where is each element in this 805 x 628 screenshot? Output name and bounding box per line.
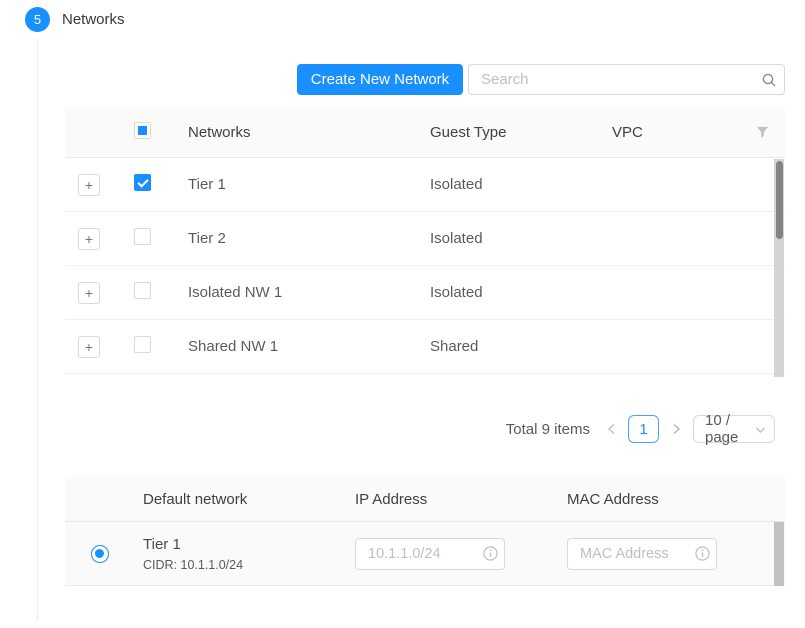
step-connector-line — [37, 0, 38, 6]
pagination-total-label: Total 9 items — [506, 421, 590, 438]
guest-type-value: Isolated — [420, 176, 600, 193]
networks-step-page: { "colors": { "primary": "#1890ff", "hea… — [0, 0, 805, 628]
page-1-button[interactable]: 1 — [628, 415, 659, 443]
page-size-value: 10 / page — [705, 412, 755, 446]
page-size-select[interactable]: 10 / page — [693, 415, 775, 443]
vertical-scrollbar[interactable] — [774, 159, 784, 377]
step-number-badge: 5 — [25, 7, 50, 32]
next-page-button[interactable] — [668, 415, 684, 443]
row-checkbox[interactable] — [134, 336, 151, 353]
networks-table: Networks Guest Type VPC + Tier 1 Isolate… — [65, 107, 785, 374]
guest-type-value: Isolated — [420, 284, 600, 301]
table-row: + Tier 1 Isolated — [65, 158, 785, 212]
expand-row-button[interactable]: + — [78, 174, 100, 196]
filter-icon[interactable] — [742, 126, 785, 139]
expand-row-button[interactable]: + — [78, 282, 100, 304]
network-name: Shared NW 1 — [176, 338, 420, 355]
previous-page-button[interactable] — [603, 415, 619, 443]
default-network-table: Default network IP Address MAC Address T… — [65, 477, 785, 586]
mac-address-field[interactable] — [567, 538, 717, 570]
pagination: Total 9 items 1 10 / page — [65, 414, 775, 444]
column-header-networks: Networks — [176, 124, 420, 141]
scrollbar-thumb[interactable] — [776, 161, 783, 239]
search-input[interactable] — [469, 71, 754, 88]
expand-row-button[interactable]: + — [78, 336, 100, 358]
default-network-name: Tier 1 — [143, 536, 345, 554]
ip-address-input[interactable] — [356, 546, 476, 562]
guest-type-value: Shared — [420, 338, 600, 355]
table-row: + Shared NW 1 Shared — [65, 320, 785, 374]
expand-row-button[interactable]: + — [78, 228, 100, 250]
create-new-network-button[interactable]: Create New Network — [297, 64, 463, 95]
select-all-checkbox[interactable] — [134, 122, 151, 139]
chevron-down-icon — [755, 421, 766, 438]
table-row: + Isolated NW 1 Isolated — [65, 266, 785, 320]
row-checkbox[interactable] — [134, 282, 151, 299]
column-header-mac-address: MAC Address — [557, 491, 785, 508]
guest-type-value: Isolated — [420, 230, 600, 247]
step-title: Networks — [62, 11, 125, 28]
default-network-table-header: Default network IP Address MAC Address — [65, 477, 785, 522]
ip-address-field[interactable] — [355, 538, 505, 570]
info-icon[interactable] — [476, 546, 504, 561]
row-checkbox[interactable] — [134, 174, 151, 191]
network-name: Isolated NW 1 — [176, 284, 420, 301]
column-header-guest-type: Guest Type — [420, 124, 600, 141]
search-icon[interactable] — [754, 72, 784, 88]
column-header-ip-address: IP Address — [345, 491, 557, 508]
network-name: Tier 2 — [176, 230, 420, 247]
search-box[interactable] — [468, 64, 785, 95]
vertical-scrollbar[interactable] — [774, 522, 784, 586]
scrollbar-thumb[interactable] — [774, 522, 784, 586]
networks-table-header: Networks Guest Type VPC — [65, 107, 785, 158]
column-header-vpc: VPC — [600, 124, 742, 141]
step-connector-line — [37, 38, 38, 621]
column-header-default-network: Default network — [130, 491, 345, 508]
default-network-radio[interactable] — [91, 545, 109, 563]
table-row: + Tier 2 Isolated — [65, 212, 785, 266]
network-name: Tier 1 — [176, 176, 420, 193]
row-checkbox[interactable] — [134, 228, 151, 245]
info-icon[interactable] — [688, 546, 716, 561]
default-network-cidr: CIDR: 10.1.1.0/24 — [143, 558, 345, 572]
mac-address-input[interactable] — [568, 546, 688, 562]
default-network-row: Tier 1 CIDR: 10.1.1.0/24 — [65, 522, 785, 586]
